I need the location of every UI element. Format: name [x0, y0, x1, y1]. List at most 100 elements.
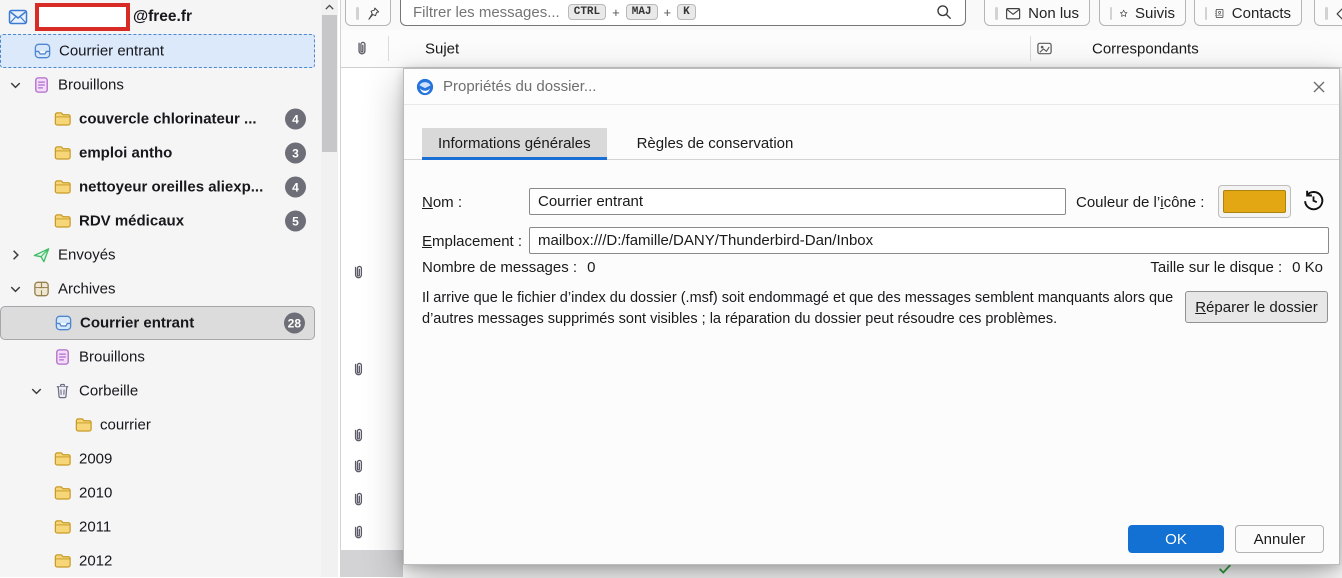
paperclip-icon [349, 491, 364, 508]
quickfilter-button-suivis[interactable]: Suivis [1099, 0, 1186, 26]
chevron-right-icon[interactable] [8, 248, 23, 263]
message-count-value: 0 [587, 259, 596, 276]
folder-row-2012[interactable]: 2012 [0, 544, 315, 578]
name-input[interactable] [529, 188, 1066, 215]
paperclip-icon [349, 361, 364, 378]
folder-label: 2009 [79, 450, 113, 468]
drafts-icon [32, 76, 51, 95]
folder-label: emploi antho [79, 144, 173, 162]
folder-pane-scrollbar[interactable] [321, 0, 338, 577]
ok-button[interactable]: OK [1128, 525, 1224, 553]
inbox-icon [33, 42, 52, 61]
folder-properties-dialog: Propriétés du dossier... Informations gé… [403, 68, 1340, 565]
folder-icon [53, 450, 72, 469]
redaction-box [35, 3, 130, 31]
icon-color-value [1223, 190, 1286, 213]
disk-size-label: Taille sur le disque : [1150, 259, 1283, 276]
correspondents-column-header[interactable]: Correspondants [1092, 40, 1199, 57]
icon-color-swatch-button[interactable] [1218, 185, 1291, 218]
dialog-title: Propriétés du dossier... [443, 78, 597, 95]
grip-handle [1110, 6, 1112, 20]
folder-icon [53, 552, 72, 571]
scroll-up-icon[interactable] [323, 1, 336, 14]
dialog-body: Nom : Couleur de l’icône : Emplacement :… [404, 162, 1339, 564]
folder-row-courrier[interactable]: courrier [0, 408, 315, 442]
subject-column-header[interactable]: Sujet [425, 40, 459, 57]
folder-row-archives-brouillons[interactable]: Brouillons [0, 340, 315, 374]
location-input[interactable] [529, 227, 1329, 254]
folder-row-nettoyeur-oreilles[interactable]: nettoyeur oreilles aliexp... 4 [0, 170, 315, 204]
drafts-icon [53, 348, 72, 367]
folder-row-2010[interactable]: 2010 [0, 476, 315, 510]
tab-informations-generales[interactable]: Informations générales [422, 128, 607, 160]
grip-handle [995, 6, 998, 20]
grip-handle [1205, 6, 1207, 20]
unread-badge: 3 [285, 142, 306, 164]
folder-row-corbeille[interactable]: Corbeille [0, 374, 315, 408]
pin-icon [366, 5, 380, 22]
folder-label: couvercle chlorinateur ... [79, 110, 257, 128]
folder-label: 2011 [79, 518, 112, 536]
repair-folder-button[interactable]: Réparer le dossier [1185, 291, 1328, 323]
dialog-tabs: Informations générales Règles de conserv… [404, 105, 1339, 160]
chevron-down-icon[interactable] [29, 384, 44, 399]
archive-icon [32, 280, 51, 299]
folder-icon [53, 484, 72, 503]
mail-unread-icon [1005, 5, 1021, 22]
shortcut-key: MAJ [625, 4, 658, 20]
contact-picture-icon[interactable] [1036, 40, 1053, 57]
grip-handle [1325, 6, 1328, 20]
folder-row-inbox[interactable]: Courrier entrant [0, 34, 315, 68]
unread-badge: 4 [285, 108, 306, 130]
disk-size-value: 0 Ko [1292, 259, 1323, 276]
quickfilter-button-contacts[interactable]: Contacts [1194, 0, 1302, 26]
account-row[interactable]: @free.fr [0, 0, 315, 34]
paperclip-icon [349, 427, 364, 444]
quickfilter-button-tag[interactable] [1314, 0, 1342, 26]
reset-color-icon[interactable] [1301, 188, 1326, 213]
folder-row-couvercle-chlorinateur[interactable]: couvercle chlorinateur ... 4 [0, 102, 315, 136]
tag-icon [1335, 5, 1342, 22]
folder-row-2009[interactable]: 2009 [0, 442, 315, 476]
unread-badge: 5 [285, 210, 306, 232]
scrollbar-thumb[interactable] [322, 15, 337, 152]
folder-icon [74, 416, 93, 435]
chevron-down-icon[interactable] [8, 282, 23, 297]
message-count-row: Nombre de messages : 0 [422, 259, 595, 276]
account-name: @free.fr [133, 8, 193, 25]
column-separator [388, 36, 389, 61]
folder-row-emploi-antho[interactable]: emploi antho 3 [0, 136, 315, 170]
message-list-header: Sujet Correspondants [341, 30, 1342, 68]
cancel-button[interactable]: Annuler [1235, 525, 1324, 553]
icon-color-label: Couleur de l’ i cône : [1076, 194, 1205, 211]
filter-messages-input[interactable]: Filtrer les messages... CTRL + MAJ + K [400, 0, 966, 26]
search-icon[interactable] [935, 3, 953, 21]
folder-label: 2010 [79, 484, 113, 502]
folder-row-envoyes[interactable]: Envoyés [0, 238, 315, 272]
attachment-column-icon[interactable] [352, 40, 368, 57]
quickfilter-button-non-lus[interactable]: Non lus [984, 0, 1090, 26]
tab-regles-de-conservation[interactable]: Règles de conservation [621, 128, 810, 159]
folder-icon [53, 212, 72, 231]
folder-label: Archives [58, 280, 116, 298]
close-icon[interactable] [1309, 77, 1329, 97]
pin-quickfilter-button[interactable] [345, 0, 391, 26]
chevron-down-icon[interactable] [8, 78, 23, 93]
location-label: Emplacement : [422, 233, 523, 250]
folder-row-archives-courrier-entrant[interactable]: Courrier entrant 28 [0, 306, 315, 340]
folder-row-rdv-medicaux[interactable]: RDV médicaux 5 [0, 204, 315, 238]
filter-placeholder: Filtrer les messages... [413, 3, 560, 21]
repair-description: Il arrive que le fichier d’index du doss… [422, 290, 1174, 327]
folder-label: nettoyeur oreilles aliexp... [79, 178, 264, 196]
dialog-titlebar: Propriétés du dossier... [404, 69, 1339, 105]
grip-handle [356, 6, 359, 20]
disk-size-row: Taille sur le disque : 0 Ko [1150, 259, 1323, 276]
quickfilter-button-label: Suivis [1134, 4, 1175, 22]
folder-row-archives[interactable]: Archives [0, 272, 315, 306]
folder-label: Brouillons [58, 76, 124, 94]
paperclip-icon [349, 524, 364, 541]
folder-row-2011[interactable]: 2011 [0, 510, 315, 544]
shortcut-joiner: + [663, 4, 672, 20]
folder-row-drafts[interactable]: Brouillons [0, 68, 315, 102]
sent-icon [32, 246, 51, 265]
